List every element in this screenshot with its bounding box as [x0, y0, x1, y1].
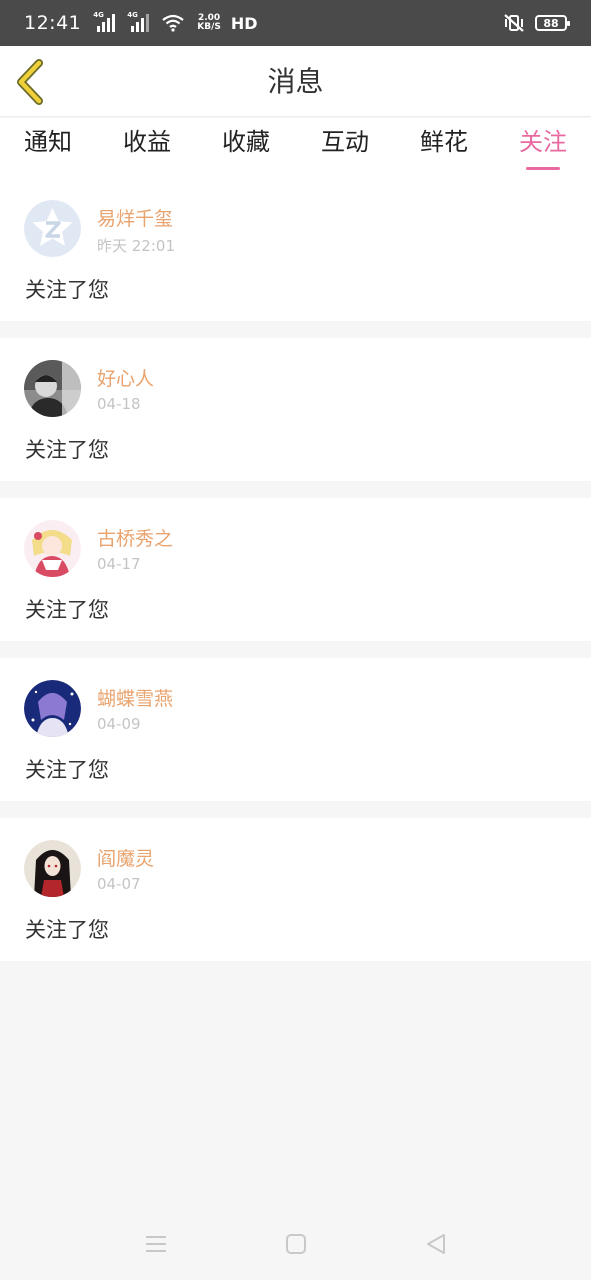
message-text: 关注了您 [25, 438, 109, 462]
message-text: 关注了您 [25, 758, 109, 782]
hd-indicator: HD [230, 13, 258, 33]
user-name[interactable]: 阎魔灵 [97, 844, 154, 871]
timestamp: 04-17 [97, 555, 141, 573]
message-text: 关注了您 [25, 918, 109, 942]
list-item[interactable]: 蝴蝶雪燕 04-09 关注了您 [0, 658, 591, 801]
header: 消息 [0, 46, 591, 117]
wifi-icon [161, 14, 185, 32]
back-icon [426, 1234, 445, 1254]
net-speed: 2.00 KB/S [197, 13, 221, 32]
status-time: 12:41 [24, 12, 82, 34]
user-name[interactable]: 古桥秀之 [97, 524, 173, 551]
tab-bar: 通知 收益 收藏 互动 鲜花 关注 [0, 118, 591, 178]
avatar[interactable] [24, 680, 81, 737]
avatar[interactable] [24, 840, 81, 897]
signal-icon: 4G [93, 11, 116, 32]
list-item[interactable]: 好心人 04-18 关注了您 [0, 338, 591, 481]
list-item[interactable]: 阎魔灵 04-07 关注了您 [0, 818, 591, 961]
battery-icon: 88 [535, 15, 570, 31]
message-text: 关注了您 [25, 598, 109, 622]
tab-notice[interactable]: 通知 [24, 118, 72, 178]
mute-vibrate-icon [503, 13, 525, 33]
avatar[interactable] [24, 360, 81, 417]
list-item[interactable]: 古桥秀之 04-17 关注了您 [0, 498, 591, 641]
status-bar: 12:41 4G 4G 2.00 KB/S HD 88 [0, 0, 591, 46]
timestamp: 04-07 [97, 875, 141, 893]
user-name[interactable]: 易烊千玺 [97, 204, 173, 231]
system-nav-bar [0, 1208, 591, 1280]
timestamp: 昨天 22:01 [97, 237, 175, 255]
tab-earnings[interactable]: 收益 [123, 118, 171, 178]
message-text: 关注了您 [25, 278, 109, 302]
back-button[interactable] [12, 59, 52, 105]
home-button[interactable] [281, 1229, 311, 1259]
timestamp: 04-09 [97, 715, 141, 733]
timestamp: 04-18 [97, 395, 141, 413]
signal-icon-2: 4G [127, 11, 150, 32]
back-nav-button[interactable] [421, 1229, 451, 1259]
back-arrow-icon [17, 59, 43, 105]
user-name[interactable]: 蝴蝶雪燕 [97, 684, 173, 711]
user-name[interactable]: 好心人 [97, 364, 154, 391]
tab-flowers[interactable]: 鲜花 [420, 118, 468, 178]
tab-interaction[interactable]: 互动 [321, 118, 369, 178]
menu-icon [145, 1236, 166, 1252]
list-item[interactable]: 易烊千玺 昨天 22:01 关注了您 [0, 178, 591, 321]
home-icon [285, 1234, 306, 1254]
follow-list: 易烊千玺 昨天 22:01 关注了您 好心人 04-18 关注了您 古桥秀之 0… [0, 178, 591, 978]
page-title: 消息 [267, 65, 324, 98]
menu-button[interactable] [141, 1229, 171, 1259]
tab-follow[interactable]: 关注 [519, 118, 567, 178]
tab-favorites[interactable]: 收藏 [222, 118, 270, 178]
avatar[interactable] [24, 520, 81, 577]
avatar[interactable] [24, 200, 81, 257]
